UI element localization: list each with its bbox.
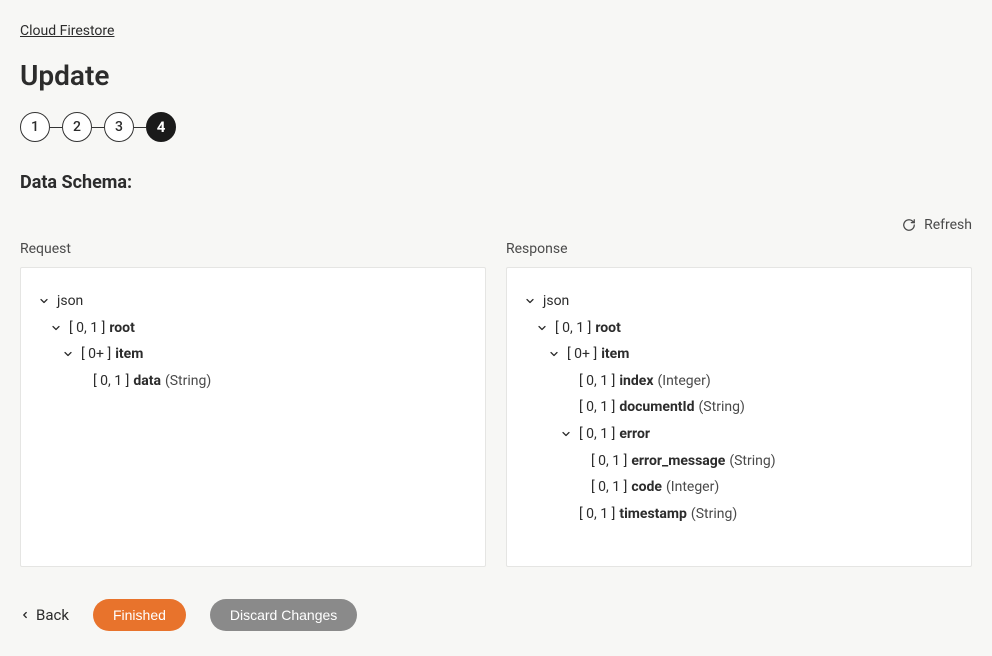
- field-type: (Integer): [657, 368, 710, 395]
- field-type: (String): [699, 394, 745, 421]
- field-name: index: [619, 368, 653, 395]
- field-cardinality: [ 0, 1 ]: [93, 368, 129, 395]
- tree-node: [ 0, 1 ] data (String): [37, 368, 469, 395]
- tree-node: [ 0, 1 ] timestamp (String): [523, 501, 955, 528]
- stepper: 1234: [20, 112, 972, 142]
- field-type: (String): [691, 501, 737, 528]
- field-name: data: [133, 368, 161, 395]
- field-cardinality: [ 0+ ]: [81, 341, 111, 368]
- field-cardinality: [ 0, 1 ]: [579, 421, 615, 448]
- step-1[interactable]: 1: [20, 112, 50, 142]
- field-name: root: [109, 315, 134, 342]
- chevron-down-icon: [37, 294, 51, 308]
- step-connector: [134, 127, 146, 128]
- field-cardinality: [ 0+ ]: [567, 341, 597, 368]
- tree-root-label: json: [57, 288, 83, 315]
- back-button[interactable]: Back: [20, 606, 69, 624]
- field-cardinality: [ 0, 1 ]: [555, 315, 591, 342]
- field-type: (Integer): [666, 474, 719, 501]
- step-4[interactable]: 4: [146, 112, 176, 142]
- refresh-label: Refresh: [924, 217, 972, 233]
- finished-button[interactable]: Finished: [93, 599, 186, 631]
- step-3[interactable]: 3: [104, 112, 134, 142]
- tree-root-label: json: [543, 288, 569, 315]
- field-name: root: [595, 315, 620, 342]
- field-name: timestamp: [619, 501, 687, 528]
- response-label: Response: [506, 241, 972, 257]
- step-2[interactable]: 2: [62, 112, 92, 142]
- tree-node: [ 0, 1 ] documentId (String): [523, 394, 955, 421]
- field-name: documentId: [619, 394, 694, 421]
- field-type: (String): [165, 368, 211, 395]
- chevron-down-icon: [61, 347, 75, 361]
- request-panel: json[ 0, 1 ] root[ 0+ ] item[ 0, 1 ] dat…: [20, 267, 486, 567]
- refresh-button[interactable]: Refresh: [902, 217, 972, 233]
- request-label: Request: [20, 241, 486, 257]
- field-name: error_message: [631, 448, 725, 475]
- field-cardinality: [ 0, 1 ]: [591, 474, 627, 501]
- tree-node: [ 0, 1 ] error_message (String): [523, 448, 955, 475]
- step-connector: [92, 127, 104, 128]
- tree-node: [ 0, 1 ] index (Integer): [523, 368, 955, 395]
- field-name: code: [631, 474, 662, 501]
- tree-root[interactable]: json: [523, 288, 955, 315]
- field-cardinality: [ 0, 1 ]: [579, 394, 615, 421]
- tree-node[interactable]: [ 0, 1 ] root: [37, 315, 469, 342]
- chevron-down-icon: [523, 294, 537, 308]
- field-name: error: [619, 421, 650, 448]
- field-cardinality: [ 0, 1 ]: [579, 368, 615, 395]
- tree-node[interactable]: [ 0+ ] item: [37, 341, 469, 368]
- field-cardinality: [ 0, 1 ]: [591, 448, 627, 475]
- back-label: Back: [36, 606, 69, 624]
- field-cardinality: [ 0, 1 ]: [69, 315, 105, 342]
- field-type: (String): [729, 448, 775, 475]
- chevron-down-icon: [547, 347, 561, 361]
- discard-button[interactable]: Discard Changes: [210, 599, 357, 631]
- tree-node[interactable]: [ 0, 1 ] root: [523, 315, 955, 342]
- step-connector: [50, 127, 62, 128]
- field-name: item: [115, 341, 143, 368]
- tree-node[interactable]: [ 0+ ] item: [523, 341, 955, 368]
- tree-node: [ 0, 1 ] code (Integer): [523, 474, 955, 501]
- chevron-down-icon: [49, 321, 63, 335]
- tree-node[interactable]: [ 0, 1 ] error: [523, 421, 955, 448]
- field-cardinality: [ 0, 1 ]: [579, 501, 615, 528]
- page-title: Update: [20, 59, 972, 92]
- field-name: item: [601, 341, 629, 368]
- breadcrumb-link[interactable]: Cloud Firestore: [20, 23, 114, 39]
- chevron-left-icon: [20, 610, 30, 620]
- chevron-down-icon: [535, 321, 549, 335]
- response-panel: json[ 0, 1 ] root[ 0+ ] item[ 0, 1 ] ind…: [506, 267, 972, 567]
- section-label: Data Schema:: [20, 172, 972, 193]
- tree-root[interactable]: json: [37, 288, 469, 315]
- refresh-icon: [902, 218, 916, 232]
- chevron-down-icon: [559, 427, 573, 441]
